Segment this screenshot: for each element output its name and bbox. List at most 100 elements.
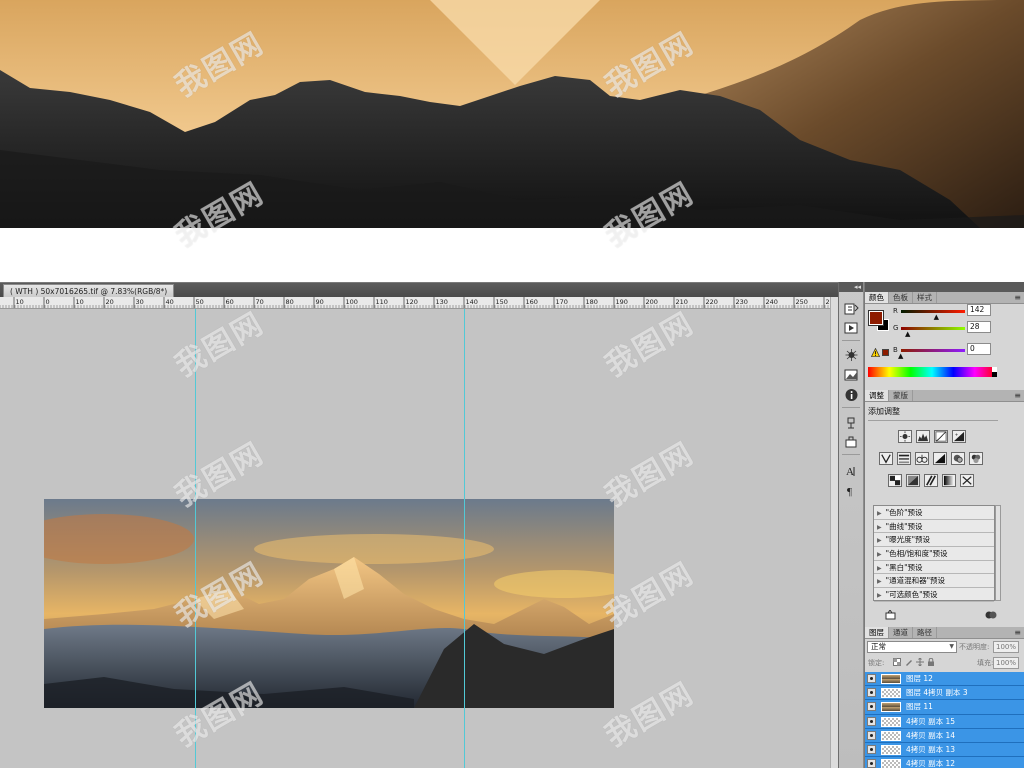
tool-presets-icon[interactable] — [844, 435, 859, 449]
blend-mode-select[interactable]: 正常 ▼ — [867, 641, 957, 653]
tab-swatches[interactable]: 色板 — [889, 292, 913, 303]
channel-g-value[interactable]: 28 — [967, 321, 991, 333]
svg-text:+: + — [955, 432, 959, 437]
brushes-icon[interactable] — [844, 348, 859, 362]
lock-pixels-icon[interactable] — [905, 658, 913, 666]
preset-channel-mixer[interactable]: ▶ "通道混和器"预设 — [874, 574, 994, 589]
color-balance-icon[interactable] — [915, 452, 929, 465]
panel-menu-icon[interactable]: ≡ — [1014, 628, 1021, 638]
tab-color[interactable]: 颜色 — [865, 292, 889, 303]
preset-hue-saturation[interactable]: ▶ "色相/饱和度"预设 — [874, 547, 994, 561]
preset-black-white[interactable]: ▶ "黑白"预设 — [874, 561, 994, 575]
visibility-eye-icon[interactable] — [867, 730, 876, 740]
ruler-tick-label: 30 — [136, 298, 144, 306]
fill-input[interactable]: 100% — [993, 657, 1019, 669]
channel-b-thumb[interactable]: ▲ — [898, 353, 903, 360]
panel-icon-column: ◂◂ A ¶ — [838, 282, 864, 768]
lock-all-icon[interactable] — [927, 658, 935, 666]
layer-row[interactable]: 图层 4拷贝 副本 3 — [865, 686, 1024, 701]
adjustment-layer-icon[interactable] — [885, 610, 897, 620]
layer-row[interactable]: 4拷贝 副本 13 — [865, 742, 1024, 758]
layer-row[interactable]: 4拷贝 副本 12 — [865, 757, 1024, 768]
vibrance-icon[interactable] — [879, 452, 893, 465]
hue-saturation-icon[interactable] — [897, 452, 911, 465]
threshold-icon[interactable] — [924, 474, 938, 487]
panel-menu-icon[interactable]: ≡ — [1014, 391, 1021, 401]
visibility-eye-icon[interactable] — [867, 716, 876, 726]
opacity-input[interactable]: 100% — [993, 641, 1019, 653]
ruler-tick-label: 200 — [646, 298, 658, 306]
exposure-icon[interactable]: + — [952, 430, 966, 443]
fill-label: 填充: — [977, 659, 994, 667]
channel-r-value[interactable]: 142 — [967, 304, 991, 316]
panel-collapse-bar[interactable] — [865, 282, 1024, 292]
ruler-tick-label: 230 — [736, 298, 748, 306]
canvas-scrollbar[interactable] — [830, 297, 838, 768]
brightness-contrast-icon[interactable] — [898, 430, 912, 443]
gradient-map-icon[interactable] — [942, 474, 956, 487]
preset-exposure[interactable]: ▶ "曝光度"预设 — [874, 533, 994, 548]
selective-color-icon[interactable] — [960, 474, 974, 487]
invert-icon[interactable] — [888, 474, 902, 487]
history-icon[interactable] — [844, 302, 859, 316]
layer-row[interactable]: 图层 12 — [865, 672, 1024, 687]
tab-layers[interactable]: 图层 — [865, 627, 889, 638]
tab-styles[interactable]: 样式 — [913, 292, 937, 303]
collapse-button[interactable]: ◂◂ — [839, 282, 863, 292]
divider — [868, 420, 998, 421]
presets-scrollbar[interactable] — [995, 505, 1001, 601]
out-of-gamut-warning-icon[interactable] — [871, 348, 880, 357]
paragraph-icon[interactable]: ¶ — [844, 484, 859, 498]
curves-icon[interactable] — [934, 430, 948, 443]
layer-row[interactable]: 4拷贝 副本 15 — [865, 714, 1024, 729]
info-icon[interactable] — [844, 388, 859, 402]
visibility-eye-icon[interactable] — [867, 702, 876, 712]
document-image[interactable] — [44, 499, 614, 708]
guide-line[interactable] — [195, 309, 196, 768]
visibility-eye-icon[interactable] — [867, 674, 876, 683]
color-spectrum-bar[interactable] — [868, 367, 996, 377]
spectrum-black-white[interactable] — [992, 367, 997, 377]
tab-channels[interactable]: 通道 — [889, 627, 913, 638]
horizontal-ruler[interactable]: 10 0 10 20 30 40 50 60 70 80 90 100 110 120 130 140 150 1… — [0, 297, 830, 309]
channel-g-thumb[interactable]: ▲ — [905, 331, 910, 338]
lock-transparency-icon[interactable] — [893, 658, 901, 666]
visibility-eye-icon[interactable] — [867, 744, 876, 754]
lock-position-icon[interactable] — [916, 658, 924, 666]
canvas-area[interactable] — [0, 309, 830, 768]
character-icon[interactable]: A — [844, 464, 859, 478]
preset-curves[interactable]: ▶ "曲线"预设 — [874, 520, 994, 534]
channel-b-slider[interactable] — [901, 349, 965, 352]
channel-g-slider[interactable] — [901, 327, 965, 330]
clone-source-icon[interactable] — [844, 416, 859, 430]
preset-levels[interactable]: ▶ "色阶"预设 — [874, 506, 994, 520]
document-tab[interactable]: ( WTH ) 50x7016265.tif @ 7.83%(RGB/8*) — [3, 284, 175, 298]
ruler-tick-label: 10 — [16, 298, 24, 306]
tab-adjustments[interactable]: 调整 — [865, 390, 889, 401]
channel-r-slider[interactable] — [901, 310, 965, 313]
posterize-icon[interactable] — [906, 474, 920, 487]
gamut-color-swatch[interactable] — [882, 349, 889, 356]
layer-row[interactable]: 4拷贝 副本 14 — [865, 728, 1024, 743]
preset-label: "可选颜色"预设 — [885, 590, 938, 600]
clip-layer-icon[interactable] — [985, 610, 997, 620]
visibility-eye-icon[interactable] — [867, 688, 876, 698]
channel-b-value[interactable]: 0 — [967, 343, 991, 355]
photo-filter-icon[interactable] — [951, 452, 965, 465]
black-white-icon[interactable] — [933, 452, 947, 465]
tab-masks[interactable]: 蒙版 — [889, 390, 913, 401]
channel-mixer-icon[interactable] — [969, 452, 983, 465]
preset-selective-color[interactable]: ▶ "可选颜色"预设 — [874, 588, 994, 602]
channel-r-thumb[interactable]: ▲ — [934, 314, 939, 321]
levels-icon[interactable] — [916, 430, 930, 443]
layer-row[interactable]: 图层 11 — [865, 700, 1024, 715]
foreground-color-swatch[interactable] — [868, 310, 884, 326]
visibility-eye-icon[interactable] — [867, 759, 876, 768]
actions-icon[interactable] — [844, 321, 859, 335]
adjustment-presets-list[interactable]: ▶ "色阶"预设 ▶ "曲线"预设 ▶ "曝光度"预设 ▶ "色相/饱和度"预设 ▶ "黑… — [873, 505, 995, 602]
panel-menu-icon[interactable]: ≡ — [1014, 293, 1021, 303]
tab-paths[interactable]: 路径 — [913, 627, 937, 638]
navigator-icon[interactable] — [844, 368, 859, 382]
layer-thumbnail — [881, 744, 901, 755]
guide-line[interactable] — [464, 309, 465, 768]
